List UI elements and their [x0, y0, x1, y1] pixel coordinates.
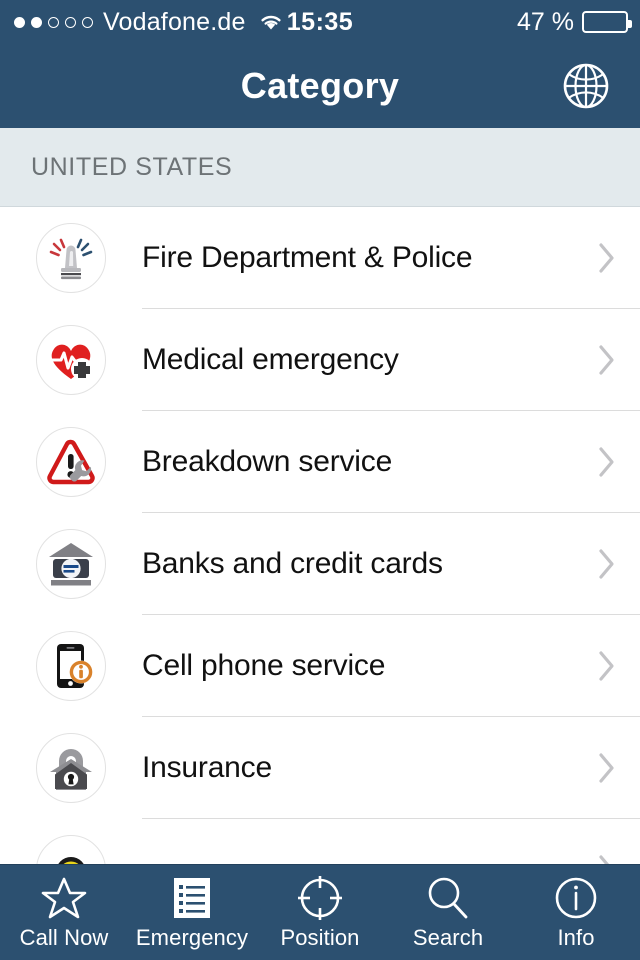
list-item-body: Banks and credit cards [142, 513, 640, 615]
list-item-label: Cell phone service [142, 649, 386, 682]
info-circle-icon [553, 875, 599, 921]
chevron-right-icon [598, 752, 616, 784]
globe-icon[interactable] [558, 58, 614, 114]
list-item-body [142, 819, 640, 867]
tab-call-now[interactable]: Call Now [0, 865, 128, 960]
tab-label: Call Now [19, 924, 109, 950]
star-icon [41, 875, 87, 921]
crosshair-icon [297, 875, 343, 921]
list-item-body: Fire Department & Police [142, 207, 640, 309]
list-item[interactable] [0, 819, 640, 867]
page-title: Category [240, 65, 400, 106]
list-item-label: Breakdown service [142, 445, 393, 478]
tab-emergency[interactable]: Emergency [128, 865, 256, 960]
navigation-bar: Category [0, 44, 640, 128]
battery-icon [582, 11, 632, 33]
list-item-body: Medical emergency [142, 309, 640, 411]
bank-credit-card-icon [36, 529, 106, 599]
list-item-label: Banks and credit cards [142, 547, 443, 580]
chevron-right-icon [598, 650, 616, 682]
list-item-body: Breakdown service [142, 411, 640, 513]
status-bar-right: 47 % [517, 7, 632, 37]
warning-triangle-wrench-icon [36, 427, 106, 497]
section-header-label: UNITED STATES [31, 152, 233, 181]
tab-bar: Call Now Emergency Position Search Info [0, 864, 640, 960]
tab-label: Emergency [135, 924, 249, 950]
taxi-icon [36, 835, 106, 867]
list-item[interactable]: Insurance [0, 717, 640, 819]
phone-info-icon [36, 631, 106, 701]
siren-icon [36, 223, 106, 293]
app-screen: Vodafone.de 15:35 47 % Category UNITED S… [0, 0, 640, 960]
tab-search[interactable]: Search [384, 865, 512, 960]
chevron-right-icon [598, 548, 616, 580]
tab-position[interactable]: Position [256, 865, 384, 960]
list-item-label: Medical emergency [142, 343, 399, 376]
list-item-label: Insurance [142, 751, 272, 784]
chevron-right-icon [598, 344, 616, 376]
list-item-label: Fire Department & Police [142, 241, 473, 274]
list-item[interactable]: Fire Department & Police [0, 207, 640, 309]
list-item[interactable]: Medical emergency [0, 309, 640, 411]
tab-label: Search [412, 924, 484, 950]
list-document-icon [171, 875, 213, 921]
list-item[interactable]: Banks and credit cards [0, 513, 640, 615]
battery-percent-label: 47 % [517, 7, 574, 36]
chevron-right-icon [598, 242, 616, 274]
house-lock-icon [36, 733, 106, 803]
list-item[interactable]: Cell phone service [0, 615, 640, 717]
heart-pulse-cross-icon [36, 325, 106, 395]
list-item-body: Insurance [142, 717, 640, 819]
status-bar: Vodafone.de 15:35 47 % [0, 0, 640, 44]
list-item[interactable]: Breakdown service [0, 411, 640, 513]
tab-info[interactable]: Info [512, 865, 640, 960]
list-item-body: Cell phone service [142, 615, 640, 717]
tab-label: Position [280, 924, 360, 950]
section-header: UNITED STATES [0, 128, 640, 207]
category-list[interactable]: Fire Department & Police Medical emergen… [0, 207, 640, 867]
tab-label: Info [557, 924, 595, 950]
chevron-right-icon [598, 446, 616, 478]
magnifier-icon [425, 875, 471, 921]
